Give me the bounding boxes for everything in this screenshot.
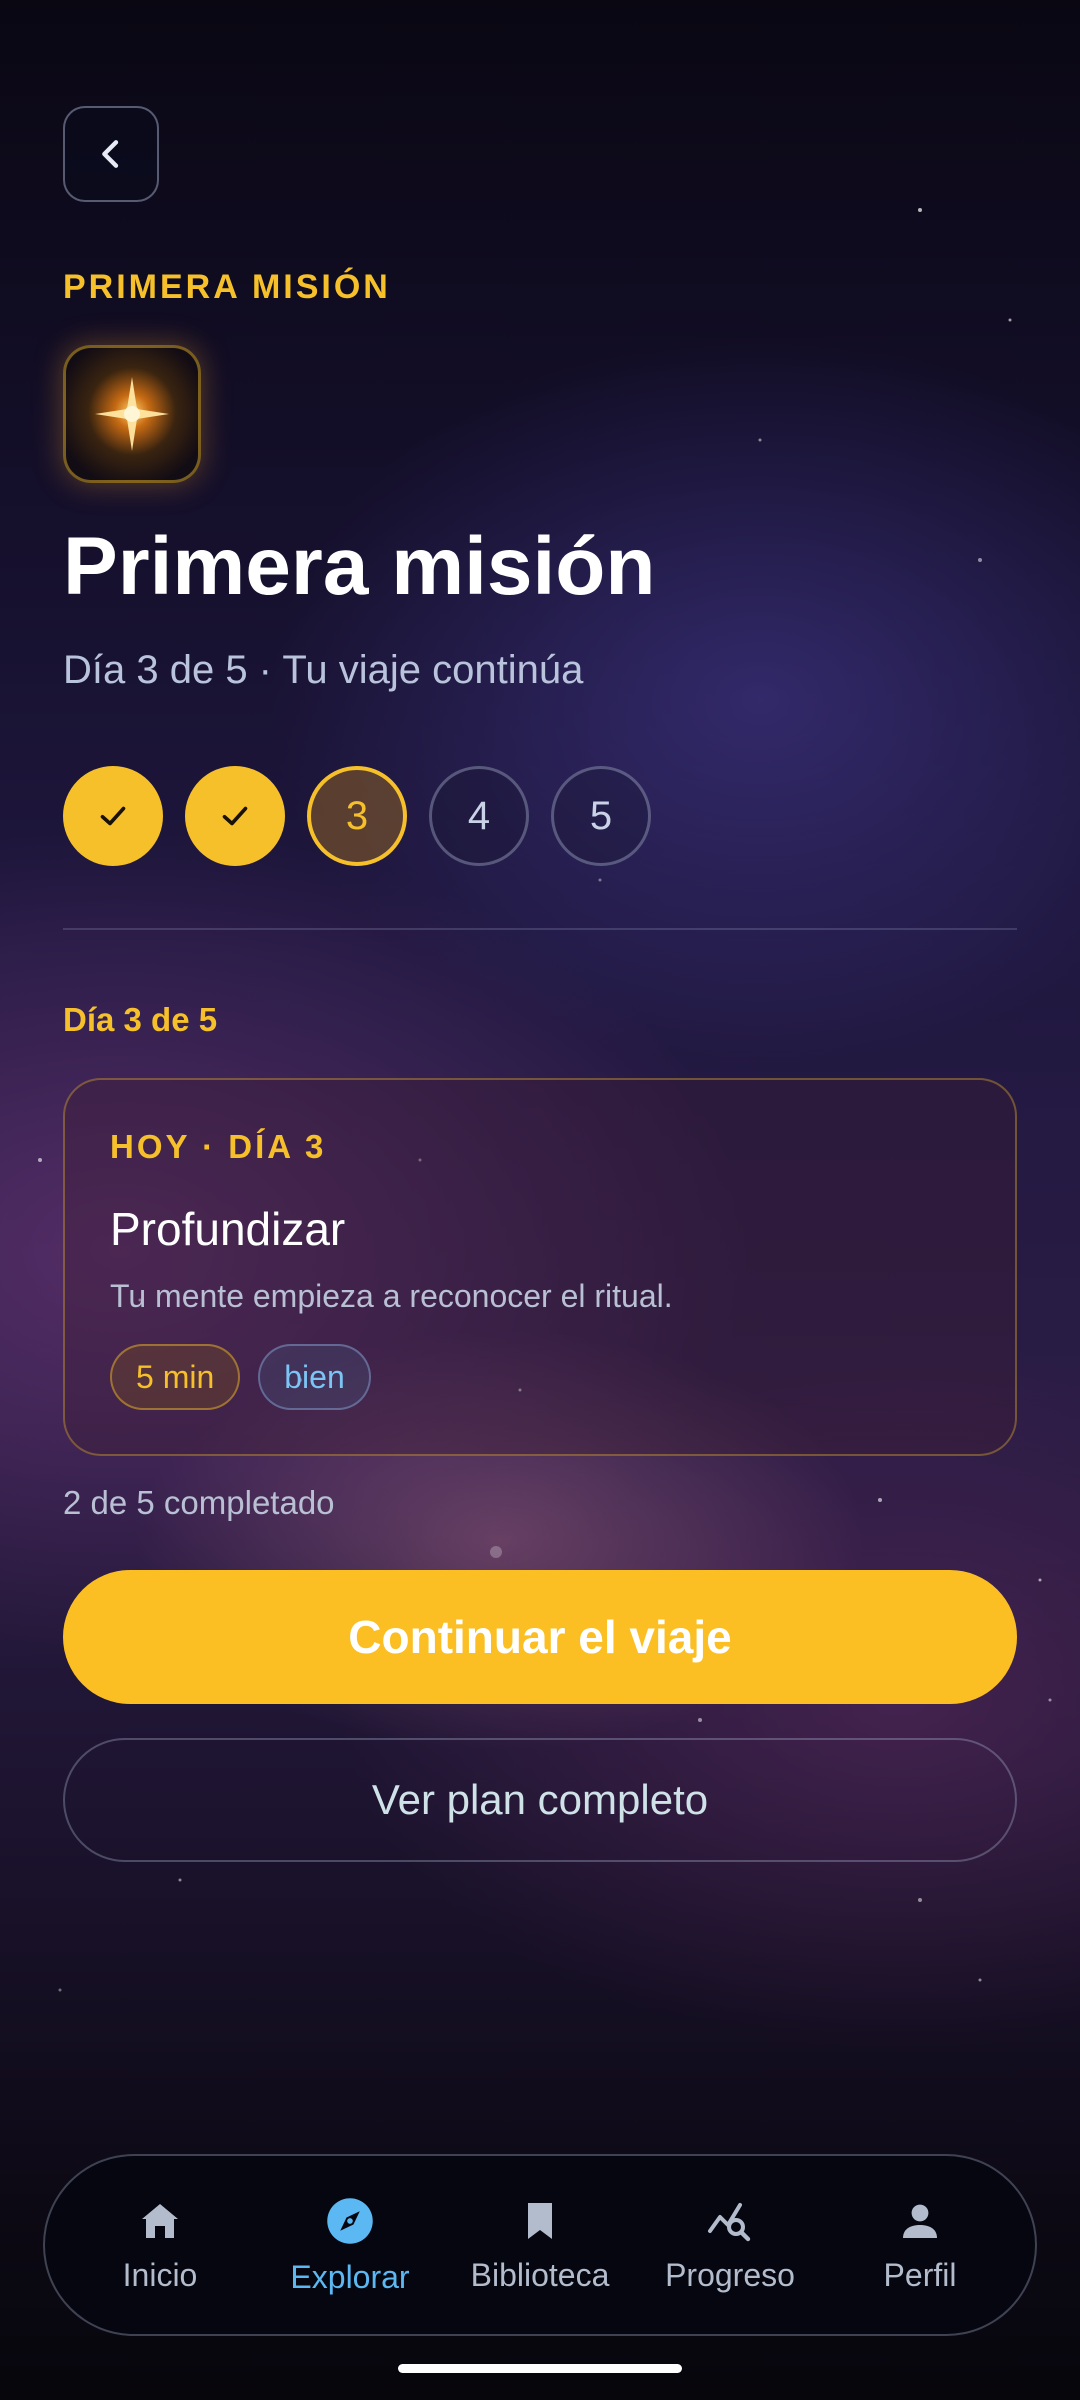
- step-day-5[interactable]: 5: [551, 766, 651, 866]
- step-day-4[interactable]: 4: [429, 766, 529, 866]
- step-day-2[interactable]: [185, 766, 285, 866]
- day-stepper: 3 4 5: [63, 766, 651, 866]
- progress-text: 2 de 5 completado: [63, 1484, 335, 1521]
- section-label: Día 3 de 5: [63, 1001, 218, 1038]
- level-chip: bien: [258, 1344, 371, 1410]
- chevron-left-icon: [102, 140, 119, 168]
- card-tag: HOY · DÍA 3: [110, 1128, 327, 1165]
- bookmark-icon: [528, 2202, 552, 2239]
- page-title: Primera misión: [63, 521, 656, 612]
- card-description: Tu mente empieza a reconocer el ritual.: [110, 1278, 673, 1314]
- nav-label: Progreso: [665, 2256, 795, 2293]
- nav-item-explorar[interactable]: Explorar: [255, 2195, 445, 2296]
- nav-label: Biblioteca: [470, 2256, 610, 2293]
- step-day-1[interactable]: [63, 766, 163, 866]
- back-button[interactable]: [63, 106, 159, 202]
- page-subtitle: Día 3 de 5 · Tu viaje continúa: [63, 648, 584, 692]
- view-full-plan-button[interactable]: Ver plan completo: [63, 1738, 1017, 1862]
- person-icon: [903, 2204, 937, 2238]
- nav-label: Inicio: [122, 2256, 198, 2293]
- today-session-card[interactable]: HOY · DÍA 3 Profundizar Tu mente empieza…: [63, 1078, 1017, 1456]
- nav-item-biblioteca[interactable]: Biblioteca: [445, 2197, 635, 2294]
- continue-journey-button[interactable]: Continuar el viaje: [63, 1570, 1017, 1704]
- compass-icon: [327, 2197, 373, 2244]
- nav-item-perfil[interactable]: Perfil: [825, 2197, 1015, 2294]
- card-title: Profundizar: [110, 1203, 346, 1255]
- bottom-navigation: Inicio Explorar Biblioteca Progreso Perf…: [43, 2154, 1037, 2336]
- nav-label: Perfil: [883, 2256, 957, 2293]
- home-icon: [142, 2203, 178, 2238]
- home-indicator[interactable]: [398, 2364, 682, 2373]
- progress-search-icon: [708, 2202, 751, 2241]
- step-day-3[interactable]: 3: [307, 766, 407, 866]
- duration-chip: 5 min: [110, 1344, 241, 1410]
- divider: [63, 928, 1017, 930]
- mission-badge-icon: [63, 345, 201, 483]
- nav-item-inicio[interactable]: Inicio: [65, 2197, 255, 2294]
- check-icon: [222, 806, 248, 826]
- nav-label: Explorar: [290, 2258, 410, 2295]
- mission-eyebrow: PRIMERA MISIÓN: [63, 268, 391, 306]
- nav-item-progreso[interactable]: Progreso: [635, 2197, 825, 2294]
- check-icon: [100, 806, 126, 826]
